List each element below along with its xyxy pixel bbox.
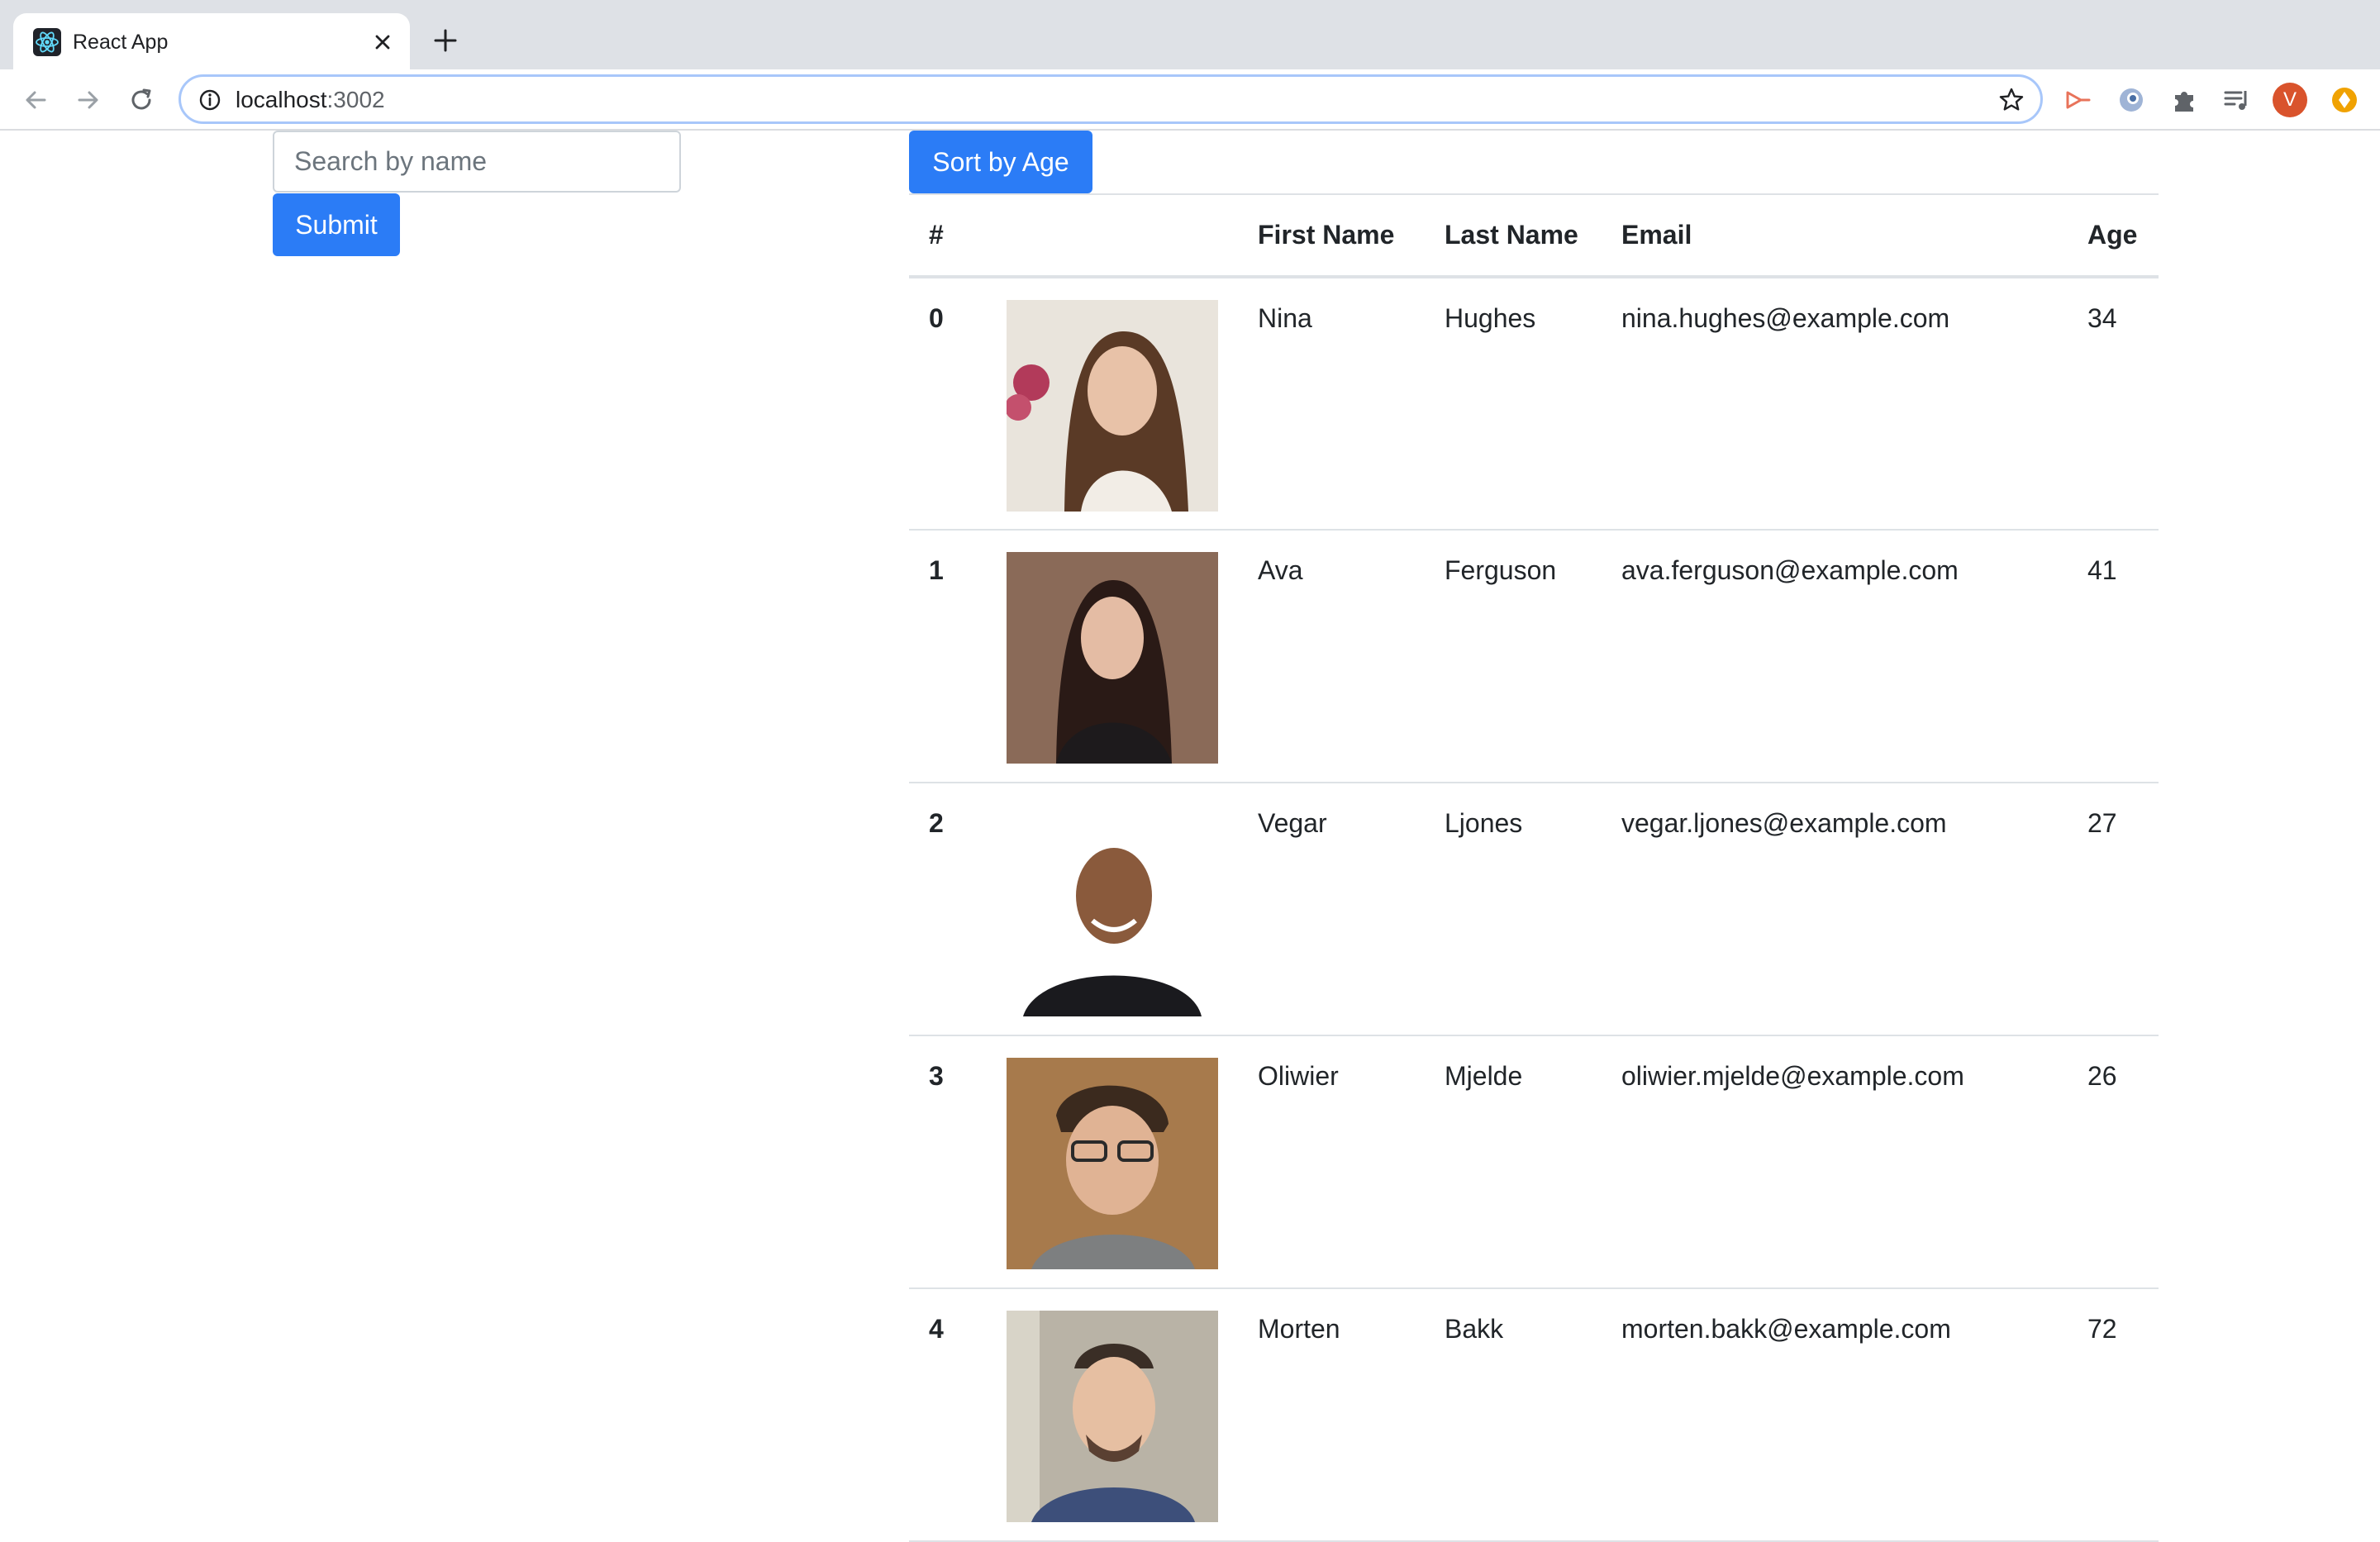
users-table: # First Name Last Name Email Age 0 Nina … [909, 193, 2159, 1542]
header-first-name: First Name [1238, 193, 1425, 278]
browser-tab-bar: React App [0, 0, 2380, 69]
extension-circle-icon[interactable] [2116, 84, 2147, 116]
table-row: 3 Oliwier Mjelde oliwier.mjelde@example.… [909, 1035, 2159, 1289]
forward-arrow-icon[interactable] [73, 84, 104, 116]
table-row: 4 Morten Bakk morten.bakk@example.com 72 [909, 1288, 2159, 1542]
last-name-cell: Mjelde [1425, 1035, 1602, 1289]
email-cell: ava.ferguson@example.com [1602, 530, 2068, 783]
table-row: 2 Vegar Ljones vegar.ljones@example.com … [909, 783, 2159, 1036]
address-bar[interactable]: localhost:3002 [178, 74, 2043, 124]
submit-button[interactable]: Submit [273, 193, 400, 256]
react-logo-icon [33, 28, 61, 56]
media-playlist-icon[interactable] [2221, 84, 2253, 116]
age-cell: 72 [2068, 1288, 2159, 1542]
row-index: 3 [909, 1035, 987, 1289]
puzzle-extensions-icon[interactable] [2168, 84, 2200, 116]
cast-extension-icon[interactable] [2063, 84, 2094, 116]
header-age: Age [2068, 193, 2159, 278]
close-icon[interactable] [370, 30, 395, 55]
table-header-row: # First Name Last Name Email Age [909, 193, 2159, 278]
first-name-cell: Vegar [1238, 783, 1425, 1036]
search-input[interactable] [273, 131, 681, 193]
email-cell: morten.bakk@example.com [1602, 1288, 2068, 1542]
last-name-cell: Bakk [1425, 1288, 1602, 1542]
extension-badge-icon[interactable] [2329, 84, 2360, 116]
last-name-cell: Ljones [1425, 783, 1602, 1036]
header-email: Email [1602, 193, 2068, 278]
header-last-name: Last Name [1425, 193, 1602, 278]
user-photo [1007, 300, 1218, 512]
new-tab-plus-icon[interactable] [430, 25, 461, 56]
email-cell: vegar.ljones@example.com [1602, 783, 2068, 1036]
header-photo [987, 193, 1238, 278]
first-name-cell: Nina [1238, 277, 1425, 531]
reload-icon[interactable] [126, 84, 157, 116]
bookmark-star-icon[interactable] [1997, 86, 2025, 114]
row-index: 0 [909, 277, 987, 531]
row-index: 1 [909, 530, 987, 783]
user-photo [1007, 1311, 1218, 1522]
table-row: 0 Nina Hughes nina.hughes@example.com 34 [909, 277, 2159, 531]
url-host: localhost [236, 87, 327, 112]
page-content: Submit Sort by Age # First Name Last Nam… [0, 131, 2380, 1542]
email-cell: nina.hughes@example.com [1602, 277, 2068, 531]
row-index: 4 [909, 1288, 987, 1542]
user-photo [1007, 552, 1218, 764]
photo-cell [987, 530, 1238, 783]
profile-avatar[interactable]: V [2273, 83, 2307, 117]
first-name-cell: Oliwier [1238, 1035, 1425, 1289]
photo-cell [987, 277, 1238, 531]
table-row: 1 Ava Ferguson ava.ferguson@example.com … [909, 530, 2159, 783]
age-cell: 41 [2068, 530, 2159, 783]
browser-toolbar: localhost:3002 V [0, 69, 2380, 131]
row-index: 2 [909, 783, 987, 1036]
photo-cell [987, 1288, 1238, 1542]
first-name-cell: Ava [1238, 530, 1425, 783]
photo-cell [987, 783, 1238, 1036]
header-index: # [909, 193, 987, 278]
age-cell: 34 [2068, 277, 2159, 531]
back-arrow-icon[interactable] [20, 84, 51, 116]
email-cell: oliwier.mjelde@example.com [1602, 1035, 2068, 1289]
url-port: :3002 [326, 87, 385, 112]
tab-title: React App [73, 31, 169, 54]
photo-cell [987, 1035, 1238, 1289]
last-name-cell: Ferguson [1425, 530, 1602, 783]
first-name-cell: Morten [1238, 1288, 1425, 1542]
info-icon[interactable] [198, 88, 222, 112]
sort-by-age-button[interactable]: Sort by Age [909, 131, 1092, 193]
age-cell: 27 [2068, 783, 2159, 1036]
age-cell: 26 [2068, 1035, 2159, 1289]
user-photo [1007, 1058, 1218, 1269]
user-photo [1007, 805, 1218, 1016]
url-text: localhost:3002 [236, 86, 385, 114]
browser-tab[interactable]: React App [13, 13, 410, 69]
last-name-cell: Hughes [1425, 277, 1602, 531]
